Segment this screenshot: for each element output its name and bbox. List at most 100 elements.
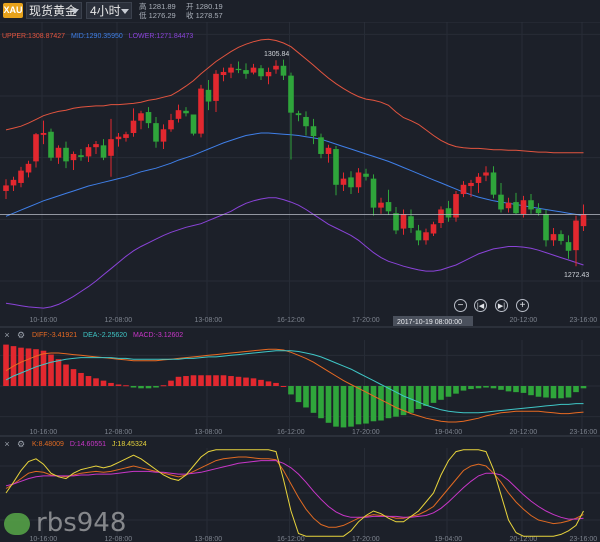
candle-body [370, 178, 377, 208]
candle-body [48, 131, 54, 158]
candle-body [408, 216, 414, 228]
chart-canvas[interactable]: 1305.84 1272.43 10-16:00 12-08:00 13-08:00 1… [0, 0, 600, 542]
close-icon[interactable]: × [2, 330, 12, 340]
kdj-legend: × ⚙ K:8.48009 D:14.60551 J:18.45324 [2, 439, 146, 451]
macd-bar [220, 375, 227, 386]
time-tick-label: 20-12:00 [510, 536, 538, 542]
macd-bar [243, 377, 249, 386]
gear-icon[interactable]: ⚙ [16, 330, 26, 340]
time-tick-label: 10-16:00 [30, 429, 58, 436]
candle-body [3, 185, 9, 191]
macd-bar [348, 386, 354, 427]
macd-dea-label: DEA:-2.25620 [83, 331, 128, 339]
gear-icon[interactable]: ⚙ [16, 439, 26, 449]
candle-body [93, 144, 99, 148]
wechat-icon [4, 512, 30, 535]
candle-body [393, 213, 399, 231]
time-tick-label: 19-04:00 [435, 536, 463, 542]
candle-body [123, 134, 129, 138]
macd-bar [63, 364, 69, 386]
candle-body [25, 163, 32, 173]
scroll-start-button[interactable]: |◀ [474, 299, 487, 312]
macd-bar [205, 375, 212, 386]
macd-bar [153, 386, 159, 388]
time-tick-label: 23-16:00 [570, 536, 598, 542]
macd-bar [303, 386, 309, 408]
chart-toolbar: XAU 现货黄金 4小时 高 1281.89 低 1276.29 开 1280.… [0, 0, 600, 22]
candle-body [385, 202, 392, 212]
macd-bar [505, 386, 512, 392]
macd-bar [55, 359, 62, 386]
candle-body [55, 147, 62, 158]
macd-bar [460, 386, 467, 391]
candle-body [33, 134, 39, 162]
candle-body [280, 65, 287, 76]
open-label: 开 [186, 2, 194, 11]
candle-body [505, 202, 512, 209]
candle-body [460, 184, 467, 195]
candle-body [445, 208, 452, 218]
candle-body [303, 116, 309, 127]
watermark-text: rbs948 [36, 508, 127, 538]
close-value: 1278.57 [195, 11, 223, 20]
plus-icon: + [519, 300, 526, 311]
macd-bar [430, 386, 437, 403]
candle-body [438, 209, 444, 224]
candle-body [528, 200, 534, 210]
candle-body [468, 182, 474, 187]
low-label: 低 [139, 11, 147, 20]
chevron-down-icon [121, 9, 129, 14]
open-value: 1280.19 [195, 2, 223, 11]
candle-body [153, 123, 159, 142]
zoom-in-button[interactable]: + [516, 299, 529, 312]
macd-bar [333, 386, 339, 427]
macd-bar [415, 386, 422, 409]
macd-bar [423, 386, 429, 406]
candle-body [130, 120, 137, 133]
macd-bar [235, 376, 242, 386]
time-tick-label: 23-16:00 [570, 429, 598, 436]
macd-bar [168, 380, 174, 386]
candle-body [453, 194, 459, 218]
time-tick-label: 16-12:00 [277, 317, 305, 324]
macd-bar [40, 350, 47, 386]
period-select[interactable]: 4小时 [86, 2, 132, 19]
symbol-select[interactable]: 现货黄金 [26, 2, 82, 19]
macd-bar [445, 386, 452, 397]
macd-bar [273, 382, 279, 386]
macd-legend: × ⚙ DIFF:-3.41921 DEA:-2.25620 MACD:-3.12… [2, 330, 183, 342]
candle-body [108, 139, 114, 156]
macd-bar [550, 386, 557, 399]
scroll-end-button[interactable]: ▶| [495, 299, 508, 312]
price-annotation: 1305.84 [264, 51, 289, 58]
time-tick-label: 13-08:00 [195, 536, 223, 542]
time-tick-label: 17-20:00 [352, 536, 380, 542]
candle-body [213, 73, 219, 101]
macd-bar [513, 386, 519, 393]
macd-bar [160, 385, 167, 387]
low-value: 1276.29 [148, 11, 176, 20]
macd-bar [258, 379, 264, 386]
candle [453, 190, 459, 222]
macd-bar [108, 382, 114, 386]
time-tick-label: 12-08:00 [105, 317, 133, 324]
time-tick-label: 12-08:00 [105, 429, 133, 436]
candle-body [273, 65, 279, 70]
candle [190, 114, 197, 136]
high-low-readout: 高 1281.89 低 1276.29 [139, 2, 176, 20]
macd-bar [558, 386, 564, 399]
kdj-k-label: K:8.48009 [31, 440, 64, 448]
skip-forward-icon: ▶| [497, 303, 506, 310]
macd-bar [498, 386, 504, 390]
candle-body [168, 120, 174, 130]
candle-body [85, 147, 92, 157]
close-icon[interactable]: × [2, 439, 12, 449]
time-tick-label: 13-08:00 [195, 317, 223, 324]
close-label: 收 [186, 11, 194, 20]
kdj-d-label: D:14.60551 [69, 440, 107, 448]
macd-bar [543, 386, 549, 398]
macd-bar [580, 386, 587, 389]
chart-background [0, 0, 600, 542]
zoom-out-button[interactable]: − [454, 299, 467, 312]
candle-body [415, 230, 422, 241]
